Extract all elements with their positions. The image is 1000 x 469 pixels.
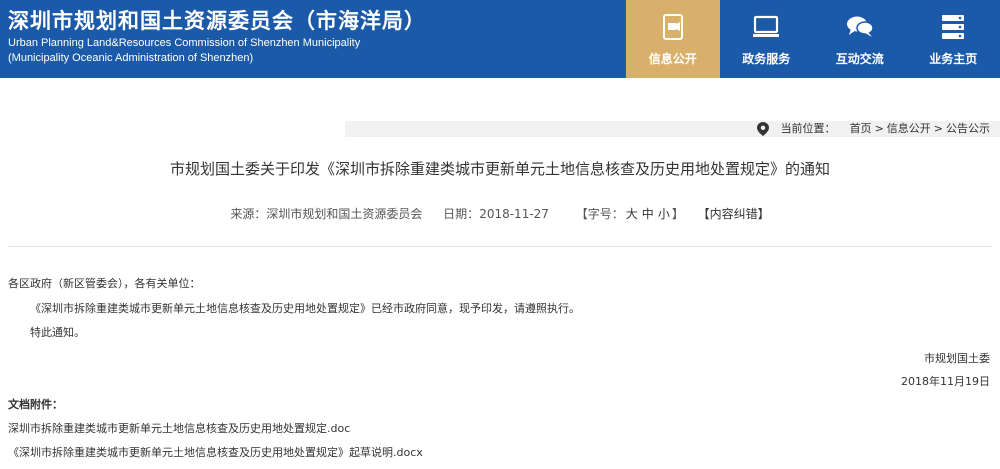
signature-date: 2018年11月19日 <box>901 375 990 388</box>
breadcrumb-prefix: 当前位置： <box>780 122 836 135</box>
chat-icon <box>845 12 875 42</box>
breadcrumb-announcements[interactable]: 公告公示 <box>946 121 990 137</box>
nav-item-business-home[interactable]: 业务主页 <box>907 0 1000 78</box>
font-size-large[interactable]: 大 <box>626 207 638 221</box>
content-correction-link[interactable]: 【内容纠错】 <box>698 207 770 221</box>
salutation: 各区政府（新区管委会），各有关单位： <box>8 277 201 290</box>
breadcrumb-separator: > <box>874 122 884 135</box>
source-value: 深圳市规划和国土资源委员会 <box>266 207 423 221</box>
source-info: 来源：深圳市规划和国土资源委员会 <box>230 207 422 221</box>
breadcrumb-separator: > <box>933 122 943 135</box>
font-size-close: 】 <box>671 207 684 221</box>
nav-item-info-disclosure[interactable]: 信息公开 <box>626 0 720 78</box>
document-icon <box>658 12 688 42</box>
main-nav: 信息公开 政务服务 互动交流 业务主页 <box>626 0 1000 78</box>
attachment-link[interactable]: 《深圳市拆除重建类城市更新单元土地信息核查及历史用地处置规定》起草说明.docx <box>8 444 423 460</box>
site-brand[interactable]: 深圳市规划和国土资源委员会（市海洋局） Urban Planning Land&… <box>8 6 426 66</box>
font-size-small[interactable]: 小 <box>658 207 670 221</box>
attachments-heading: 文档附件： <box>8 398 63 411</box>
nav-label: 业务主页 <box>929 51 978 66</box>
nav-label: 互动交流 <box>835 51 884 66</box>
source-label: 来源： <box>230 207 267 221</box>
monitor-icon <box>751 12 781 42</box>
location-pin-icon <box>756 122 769 136</box>
site-subtitle-en: Urban Planning Land&Resources Commission… <box>8 37 361 49</box>
nav-label: 信息公开 <box>648 51 697 66</box>
font-size-medium[interactable]: 中 <box>642 207 654 221</box>
article-meta: 来源：深圳市规划和国土资源委员会 日期：2018-11-27 【字号：大中小】 … <box>0 205 1000 222</box>
closing-line: 特此通知。 <box>30 326 85 339</box>
date-value: 2018-11-27 <box>479 207 549 221</box>
divider <box>8 246 992 247</box>
date-label: 日期： <box>443 207 480 221</box>
nav-item-gov-services[interactable]: 政务服务 <box>720 0 814 78</box>
body-paragraph: 《深圳市拆除重建类城市更新单元土地信息核查及历史用地处置规定》已经市政府同意，现… <box>30 302 580 315</box>
article-title: 市规划国土委关于印发《深圳市拆除重建类城市更新单元土地信息核查及历史用地处置规定… <box>169 160 830 178</box>
nav-item-interaction[interactable]: 互动交流 <box>813 0 907 78</box>
breadcrumb-bar: 当前位置： 首页 > 信息公开 > 公告公示 <box>345 121 1000 137</box>
breadcrumb: 当前位置： 首页 > 信息公开 > 公告公示 <box>756 121 990 137</box>
site-header: 深圳市规划和国土资源委员会（市海洋局） Urban Planning Land&… <box>0 0 1000 78</box>
signature: 市规划国土委 <box>924 352 990 365</box>
site-subtitle-en-2: (Municipality Oceanic Administration of … <box>8 52 254 64</box>
breadcrumb-info-disclosure[interactable]: 信息公开 <box>887 121 931 137</box>
site-title: 深圳市规划和国土资源委员会（市海洋局） <box>8 8 426 33</box>
breadcrumb-home[interactable]: 首页 <box>850 121 872 137</box>
attachment-link[interactable]: 深圳市拆除重建类城市更新单元土地信息核查及历史用地处置规定.doc <box>8 420 350 436</box>
server-icon <box>938 12 968 42</box>
font-size-controls: 【字号：大中小】 <box>576 207 684 221</box>
date-info: 日期：2018-11-27 <box>443 207 549 221</box>
font-size-label: 【字号： <box>575 207 624 221</box>
nav-label: 政务服务 <box>742 51 791 66</box>
